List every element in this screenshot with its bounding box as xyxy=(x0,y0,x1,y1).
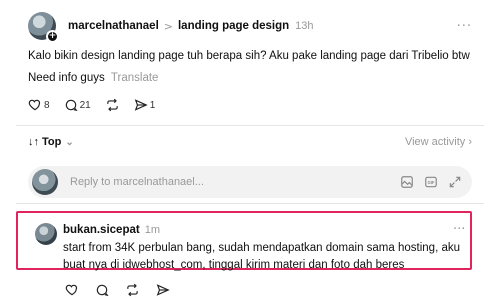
community-link[interactable]: landing page design xyxy=(178,20,289,32)
image-icon xyxy=(401,176,413,188)
post-body-line2: Need info guys Translate xyxy=(28,72,158,84)
expand-icon xyxy=(449,176,461,188)
comment-more-button[interactable]: ··· xyxy=(453,222,465,237)
post-header: + marcelnathanael > landing page design … xyxy=(28,12,472,43)
post-actions: 8 21 1 xyxy=(28,98,169,112)
repost-icon xyxy=(106,98,118,112)
share-icon xyxy=(156,284,170,296)
sort-dropdown[interactable]: ↓↑ Top ⌄ xyxy=(28,136,74,148)
comment-body: start from 34K perbulan bang, sudah mend… xyxy=(63,242,460,271)
divider xyxy=(16,203,484,204)
repost-icon xyxy=(127,283,138,297)
share-icon xyxy=(134,99,148,111)
heart-icon xyxy=(28,99,41,111)
comment-like-button[interactable] xyxy=(65,283,79,297)
avatar[interactable]: + xyxy=(28,12,59,43)
comment-actions xyxy=(65,283,184,297)
sort-arrows-icon: ↓↑ xyxy=(28,136,39,148)
comment-icon xyxy=(96,284,109,297)
like-button[interactable]: 8 xyxy=(28,98,50,112)
sort-row: ↓↑ Top ⌄ View activity › xyxy=(28,136,472,148)
post-timestamp: 13h xyxy=(295,20,314,32)
heart-icon xyxy=(65,284,78,296)
reply-count: 21 xyxy=(79,99,91,111)
reply-tools: GIF xyxy=(400,175,462,189)
repost-button[interactable] xyxy=(105,98,120,112)
comment-timestamp: 1m xyxy=(144,224,160,236)
comment-reply-button[interactable] xyxy=(95,283,109,297)
reply-input[interactable]: Reply to marcelnathanael... xyxy=(70,176,204,188)
gif-icon: GIF xyxy=(425,176,437,188)
comment-header: bukan.sicepat 1m xyxy=(63,224,160,236)
share-button[interactable]: 1 xyxy=(134,98,156,112)
comment-avatar[interactable] xyxy=(35,223,57,245)
comment-icon xyxy=(65,99,78,112)
comment-share-button[interactable] xyxy=(156,283,170,297)
post-body-text2: Need info guys xyxy=(28,72,105,84)
comment-repost-button[interactable] xyxy=(125,283,140,297)
gif-button[interactable]: GIF xyxy=(424,175,438,189)
share-count: 1 xyxy=(149,99,156,111)
like-count: 8 xyxy=(44,99,50,111)
breadcrumb-separator: > xyxy=(163,19,173,33)
expand-button[interactable] xyxy=(448,175,462,189)
view-activity-link[interactable]: View activity › xyxy=(405,136,472,148)
sort-label: Top xyxy=(42,136,62,148)
image-button[interactable] xyxy=(400,175,414,189)
translate-link[interactable]: Translate xyxy=(111,72,159,84)
thread-card: + marcelnathanael > landing page design … xyxy=(16,0,484,308)
divider xyxy=(16,125,484,126)
svg-text:GIF: GIF xyxy=(428,180,435,185)
reply-count-button[interactable]: 21 xyxy=(64,98,91,112)
post-username[interactable]: marcelnathanael xyxy=(68,20,159,32)
avatar xyxy=(32,169,58,195)
post-body: Kalo bikin design landing page tuh berap… xyxy=(28,50,470,62)
comment-username[interactable]: bukan.sicepat xyxy=(63,224,140,236)
chevron-down-icon: ⌄ xyxy=(65,136,74,148)
post-more-button[interactable]: ··· xyxy=(457,19,472,34)
reply-composer[interactable]: Reply to marcelnathanael... GIF xyxy=(28,166,472,198)
follow-plus-icon[interactable]: + xyxy=(46,30,59,43)
